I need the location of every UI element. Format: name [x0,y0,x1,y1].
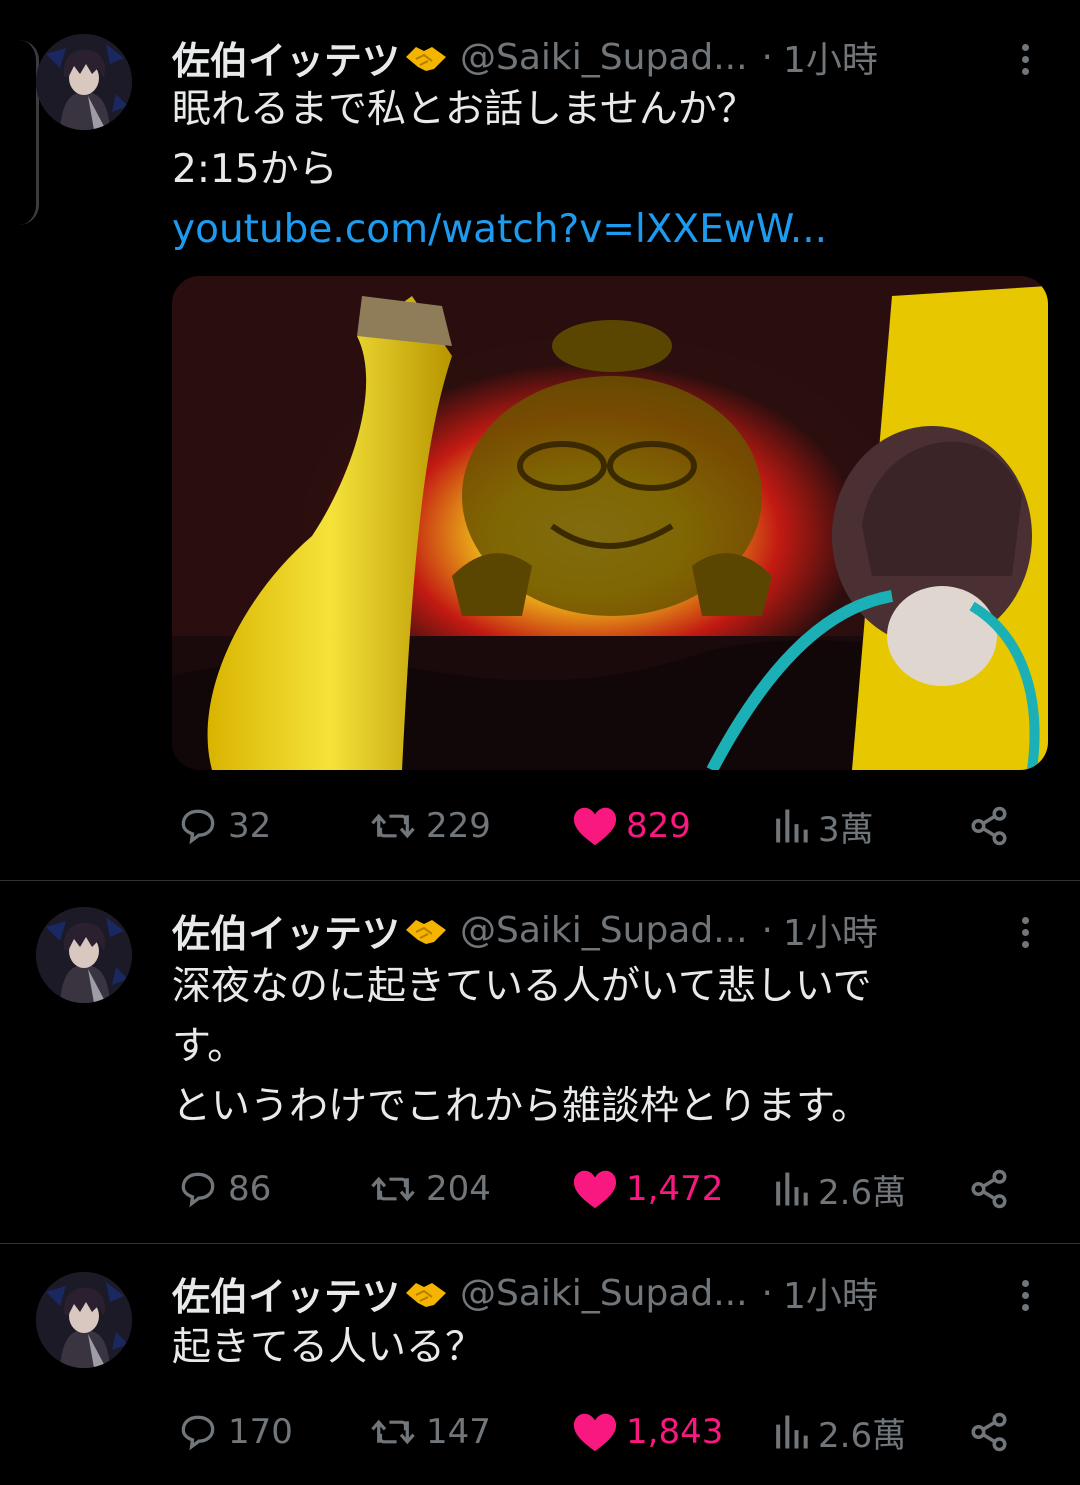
tweet-link[interactable]: youtube.com/watch?v=lXXEwW... [172,200,827,260]
reply-icon [181,809,215,845]
tweet-2[interactable]: 佐伯イッテツ @Saiki_Supad... · 1小時 深夜なのに起きている人… [0,881,1080,1243]
avatar[interactable] [36,34,132,130]
handshake-emoji [404,1273,448,1313]
timestamp[interactable]: 1小時 [783,904,878,956]
tweet-text-line: というわけでこれから雑談枠とります。 [172,1084,871,1129]
tweet-3[interactable]: 佐伯イッテツ @Saiki_Supad... · 1小時 起きてる人いる？ 17… [0,1244,1080,1485]
tweet-text-line: 眠れるまで私とお話しませんか？ [172,87,756,132]
views-count: 3萬 [818,809,874,850]
author-handle[interactable]: @Saiki_Supad... [460,910,748,951]
more-icon[interactable] [1014,40,1036,80]
views-button[interactable]: 3萬 [772,796,874,856]
tweet-header: 佐伯イッテツ @Saiki_Supad... · 1小時 [172,903,878,958]
like-button[interactable]: 1,472 [572,1159,723,1219]
reply-count: 32 [228,806,272,846]
tweet-media-image[interactable] [172,276,1048,770]
tweet-text: 眠れるまで私とお話しませんか？ 2:15から youtube.com/watch… [172,80,827,260]
timestamp[interactable]: 1小時 [783,1267,878,1319]
tweet-actions: 170 147 1,843 2.6萬 [172,1402,1052,1462]
avatar[interactable] [36,1272,132,1368]
author-handle[interactable]: @Saiki_Supad... [460,1273,748,1314]
tweet-header: 佐伯イッテツ @Saiki_Supad... · 1小時 [172,30,878,85]
like-button[interactable]: 829 [572,796,691,856]
reply-icon [181,1415,215,1451]
timestamp[interactable]: 1小時 [783,31,878,83]
avatar[interactable] [36,907,132,1003]
views-count: 2.6萬 [818,1415,907,1456]
like-count: 1,472 [626,1169,724,1209]
views-count: 2.6萬 [818,1172,907,1213]
tweet-text-line: 深夜なのに起きている人がいて悲しいで [172,964,872,1009]
thread-connector [14,40,39,225]
author-handle[interactable]: @Saiki_Supad... [460,37,748,78]
views-icon [776,1172,808,1206]
retweet-button[interactable]: 147 [368,1402,491,1462]
reply-button[interactable]: 32 [176,796,271,856]
tweet-text-line: す。 [172,1024,247,1069]
separator-dot: · [761,36,773,78]
retweet-count: 229 [426,806,491,846]
tweet-text: 深夜なのに起きている人がいて悲しいで す。 というわけでこれから雑談枠とります。 [172,957,872,1137]
separator-dot: · [761,909,773,951]
author-name[interactable]: 佐伯イッテツ [172,30,400,85]
retweet-icon [371,1176,415,1202]
reply-button[interactable]: 86 [176,1159,271,1219]
separator-dot: · [761,1272,773,1314]
reply-button[interactable]: 170 [176,1402,293,1462]
tweet-actions: 32 229 829 3萬 [172,796,1052,856]
retweet-count: 147 [426,1412,491,1452]
tweet-text: 起きてる人いる？ [172,1318,484,1378]
retweet-icon [371,1419,415,1445]
share-icon [971,1412,1007,1452]
tweet-text-line: 起きてる人いる？ [172,1325,485,1370]
views-button[interactable]: 2.6萬 [772,1159,906,1219]
share-button[interactable] [968,1159,1010,1219]
handshake-emoji [404,37,448,77]
heart-icon [573,807,617,846]
reply-icon [181,1172,215,1208]
share-button[interactable] [968,796,1010,856]
retweet-button[interactable]: 229 [368,796,491,856]
retweet-icon [371,813,415,839]
share-button[interactable] [968,1402,1010,1462]
heart-icon [573,1170,617,1209]
share-icon [971,1169,1007,1209]
more-icon[interactable] [1014,1276,1036,1316]
like-count: 1,843 [626,1412,724,1452]
reply-count: 86 [228,1169,272,1209]
share-icon [971,806,1007,846]
heart-icon [573,1413,617,1452]
views-button[interactable]: 2.6萬 [772,1402,906,1462]
handshake-emoji [404,910,448,950]
tweet-text-line: 2:15から [172,147,338,192]
views-icon [776,809,808,843]
tweet-1[interactable]: 佐伯イッテツ @Saiki_Supad... · 1小時 眠れるまで私とお話しま… [0,0,1080,880]
retweet-button[interactable]: 204 [368,1159,491,1219]
author-name[interactable]: 佐伯イッテツ [172,903,400,958]
views-icon [776,1415,808,1449]
reply-count: 170 [228,1412,293,1452]
tweet-header: 佐伯イッテツ @Saiki_Supad... · 1小時 [172,1266,878,1321]
like-button[interactable]: 1,843 [572,1402,723,1462]
tweet-actions: 86 204 1,472 2.6萬 [172,1159,1052,1219]
more-icon[interactable] [1014,913,1036,953]
author-name[interactable]: 佐伯イッテツ [172,1266,400,1321]
like-count: 829 [626,806,691,846]
retweet-count: 204 [426,1169,491,1209]
